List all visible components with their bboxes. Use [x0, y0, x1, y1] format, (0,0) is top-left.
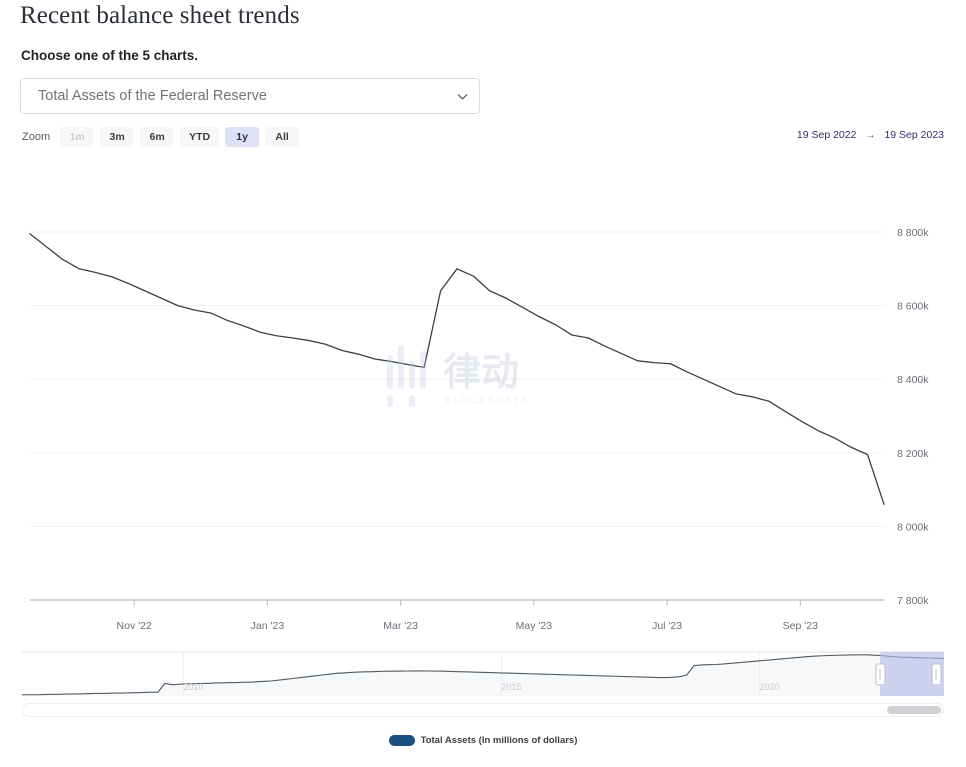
y-axis-tick-label: 7 800k: [897, 595, 929, 607]
page-subtitle: Choose one of the 5 charts.: [21, 48, 199, 63]
x-axis-tick-label: May '23: [515, 620, 553, 632]
legend-label[interactable]: Total Assets (In millions of dollars): [421, 735, 578, 746]
x-axis-tick-label: Nov '22: [116, 620, 152, 632]
scrollbar-thumb[interactable]: [887, 706, 941, 714]
range-selector-label: Zoom: [22, 131, 51, 143]
date-range: 19 Sep 2022 → 19 Sep 2023: [797, 129, 944, 141]
chart-scrollbar[interactable]: [22, 703, 944, 717]
navigator-year-label: 2015: [501, 682, 522, 692]
chart-selector[interactable]: Total Assets of the Federal Reserve: [20, 78, 480, 114]
x-axis-tick-label: Jan '23: [250, 620, 285, 632]
date-from-input[interactable]: 19 Sep 2022: [797, 129, 857, 141]
x-axis-tick-label: Sep '23: [782, 620, 818, 632]
navigator-handle-right[interactable]: [931, 663, 942, 686]
y-axis-tick-label: 8 800k: [897, 227, 929, 239]
navigator[interactable]: 2010 2015 2020: [22, 650, 945, 700]
main-chart-plot[interactable]: 8 800k 8 600k 8 400k 8 200k 8 000k 7 800k: [0, 160, 966, 610]
chart-line-series[interactable]: [29, 233, 885, 505]
range-selector: Zoom 1m 3m 6m YTD 1y All: [22, 127, 300, 147]
range-button-all[interactable]: All: [265, 127, 300, 147]
range-button-6m[interactable]: 6m: [140, 127, 175, 147]
chevron-down-icon: [445, 90, 479, 103]
main-chart-svg: 8 800k 8 600k 8 400k 8 200k 8 000k 7 800k: [29, 227, 929, 607]
page-title: Recent balance sheet trends: [20, 2, 300, 29]
navigator-svg: [22, 651, 945, 696]
chart-page: Recent balance sheet trends Choose one o…: [0, 0, 966, 767]
range-button-1y[interactable]: 1y: [225, 127, 260, 147]
y-axis-tick-label: 8 600k: [897, 301, 929, 313]
range-button-1m[interactable]: 1m: [60, 127, 95, 147]
legend-marker[interactable]: [388, 735, 415, 746]
y-axis-tick-label: 8 400k: [897, 374, 929, 386]
chart-selector-value: Total Assets of the Federal Reserve: [38, 88, 267, 104]
y-axis-tick-label: 8 200k: [897, 448, 929, 460]
chart-legend: Total Assets (In millions of dollars): [0, 735, 966, 746]
y-axis-tick-label: 8 000k: [897, 521, 929, 533]
navigator-year-label: 2010: [183, 682, 204, 692]
x-axis-tick-label: Mar '23: [383, 620, 418, 632]
navigator-year-label: 2020: [759, 682, 780, 692]
x-axis-tick-label: Jul '23: [652, 620, 683, 632]
range-button-ytd[interactable]: YTD: [180, 127, 220, 147]
navigator-handle-left[interactable]: [875, 663, 886, 686]
x-axis-labels: Nov '22 Jan '23 Mar '23 May '23 Jul '23 Sep '…: [0, 620, 966, 638]
date-range-separator: →: [865, 129, 876, 141]
date-to-input[interactable]: 19 Sep 2023: [884, 129, 944, 141]
range-button-3m[interactable]: 3m: [100, 127, 135, 147]
